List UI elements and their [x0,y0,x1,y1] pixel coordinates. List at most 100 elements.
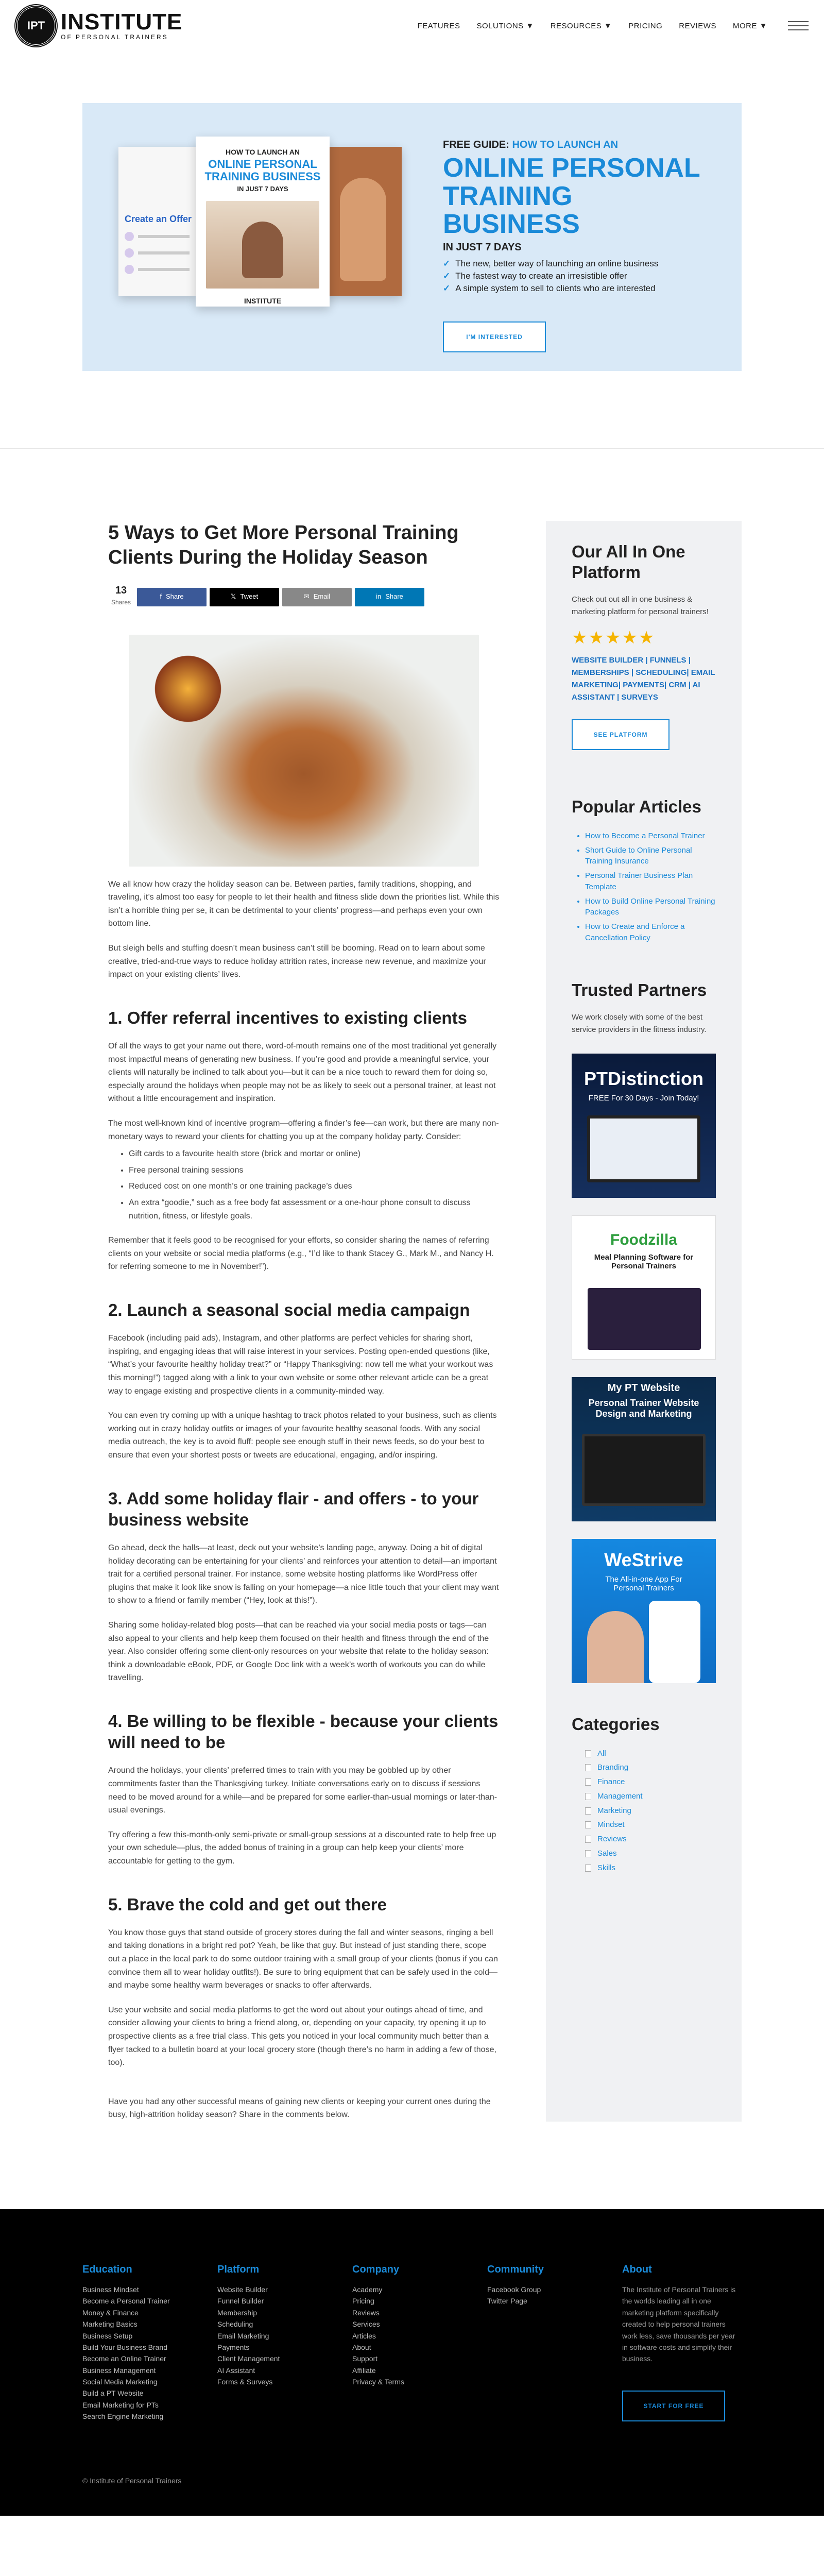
banner-benefits: ✓ The new, better way of launching an onl… [443,259,711,294]
banner-text: FREE GUIDE: HOW TO LAUNCH AN ONLINE PERS… [443,139,711,352]
popular-article-link[interactable]: How to Create and Enforce a Cancellation… [585,921,716,944]
list-item: Reduced cost on one month’s or one train… [129,1180,500,1193]
section-heading: 5. Brave the cold and get out there [108,1894,387,1914]
sidebar-heading: Our All In One Platform [572,542,685,582]
start-for-free-button[interactable]: START FOR FREE [622,2390,725,2421]
guide-photo-image [324,147,402,296]
sidebar-heading: Categories [572,1715,660,1734]
folder-icon [585,1836,591,1843]
email-share-button[interactable]: ✉ Email [282,587,352,606]
footer-link[interactable]: Privacy & Terms [352,2376,487,2387]
folder-icon [585,1750,591,1757]
footer-column-company: Company Academy Pricing Reviews Services… [352,2264,487,2422]
caret-down-icon: ▼ [526,21,534,30]
footer-link[interactable]: Facebook Group [487,2284,622,2295]
folder-icon [585,1850,591,1857]
footer-link[interactable]: Website Builder [217,2284,352,2295]
nav-pricing[interactable]: PRICING [628,22,662,30]
popular-article-link[interactable]: How to Build Online Personal Training Pa… [585,896,716,919]
nav-features[interactable]: FEATURES [418,22,460,30]
categories-list: All Branding Finance Management Marketin… [585,1748,716,1874]
intro-paragraph: We all know how crazy the holiday season… [108,879,500,928]
partner-ad-westrive[interactable]: WeStrive The All-in-one App For Personal… [572,1539,716,1684]
footer-link[interactable]: Search Engine Marketing [82,2411,217,2422]
footer-link[interactable]: Business Setup [82,2330,217,2342]
footer-link[interactable]: Funnel Builder [217,2295,352,2307]
list-item: ✓ The new, better way of launching an onl… [443,258,659,268]
popular-article-link[interactable]: Short Guide to Online Personal Training … [585,845,716,868]
sidebar: Our All In One Platform Check out out al… [546,521,742,2122]
linkedin-share-button[interactable]: in Share [355,587,424,606]
sidebar-heading: Trusted Partners [572,980,707,999]
footer-link[interactable]: Business Management [82,2365,217,2376]
category-link[interactable]: Reviews [585,1834,716,1845]
category-link[interactable]: Management [585,1791,716,1802]
holiday-dinner-image [129,634,479,867]
logo-subtitle: OF PERSONAL TRAINERS [61,33,168,41]
outro-paragraph: Have you had any other successful means … [108,2097,491,2120]
site-footer: Education Business Mindset Become a Pers… [0,2209,824,2516]
footer-link[interactable]: Articles [352,2330,487,2342]
partner-ad-my-pt-website[interactable]: My PT Website Personal Trainer Website D… [572,1377,716,1522]
footer-link[interactable]: Client Management [217,2353,352,2364]
incentive-list: Gift cards to a favourite health store (… [129,1147,500,1223]
hamburger-menu-icon[interactable] [788,21,809,30]
free-guide-banner: Create an Offer HOW TO LAUNCH AN ONLINE … [82,103,742,371]
footer-link[interactable]: AI Assistant [217,2365,352,2376]
footer-link[interactable]: Marketing Basics [82,2318,217,2330]
category-link[interactable]: All [585,1748,716,1759]
footer-link[interactable]: Business Mindset [82,2284,217,2295]
site-logo[interactable]: IPT INSTITUTE OF PERSONAL TRAINERS [15,5,182,46]
footer-link[interactable]: Become an Online Trainer [82,2353,217,2364]
popular-article-link[interactable]: Personal Trainer Business Plan Template [585,870,716,893]
footer-link[interactable]: Build Your Business Brand [82,2342,217,2353]
category-link[interactable]: Skills [585,1862,716,1874]
star-rating-icon: ★★★★★ [572,628,656,648]
partner-ad-ptdistinction[interactable]: PTDistinction FREE For 30 Days - Join To… [572,1054,716,1198]
footer-link[interactable]: Email Marketing [217,2330,352,2342]
footer-link[interactable]: Build a PT Website [82,2387,217,2399]
footer-link[interactable]: Academy [352,2284,487,2295]
guide-page-image: Create an Offer [118,147,196,296]
footer-link[interactable]: Social Media Marketing [82,2376,217,2387]
nav-solutions[interactable]: SOLUTIONS ▼ [476,22,534,30]
footer-link[interactable]: About [352,2342,487,2353]
section-heading: 2. Launch a seasonal social media campai… [108,1300,470,1319]
footer-link[interactable]: Money & Finance [82,2307,217,2318]
share-count: 13 Shares [111,585,131,606]
list-item: Gift cards to a favourite health store (… [129,1147,500,1161]
folder-icon [585,1821,591,1829]
footer-link[interactable]: Scheduling [217,2318,352,2330]
footer-link[interactable]: Reviews [352,2307,487,2318]
footer-link[interactable]: Forms & Surveys [217,2376,352,2387]
footer-link[interactable]: Payments [217,2342,352,2353]
folder-icon [585,1778,591,1786]
footer-link[interactable]: Pricing [352,2295,487,2307]
footer-link[interactable]: Email Marketing for PTs [82,2399,217,2411]
nav-more[interactable]: MORE ▼ [733,22,767,30]
category-link[interactable]: Mindset [585,1819,716,1831]
see-platform-button[interactable]: SEE PLATFORM [572,719,670,751]
footer-link[interactable]: Support [352,2353,487,2364]
category-link[interactable]: Sales [585,1848,716,1859]
facebook-icon: f [160,592,162,601]
twitter-share-button[interactable]: 𝕏 Tweet [210,587,279,606]
category-link[interactable]: Branding [585,1762,716,1773]
category-link[interactable]: Finance [585,1776,716,1788]
nav-reviews[interactable]: REVIEWS [679,22,716,30]
footer-link[interactable]: Twitter Page [487,2295,622,2307]
footer-link[interactable]: Membership [217,2307,352,2318]
facebook-share-button[interactable]: f Share [137,587,207,606]
partner-ad-foodzilla[interactable]: Foodzilla Meal Planning Software for Per… [572,1215,716,1360]
footer-link[interactable]: Become a Personal Trainer [82,2295,217,2307]
footer-link[interactable]: Affiliate [352,2365,487,2376]
guide-link[interactable]: HOW TO LAUNCH AN [512,139,618,150]
x-icon: 𝕏 [230,592,236,601]
section-heading: 4. Be willing to be flexible - because y… [108,1711,499,1752]
footer-link[interactable]: Services [352,2318,487,2330]
main-nav: FEATURES SOLUTIONS ▼ RESOURCES ▼ PRICING… [418,21,809,30]
popular-article-link[interactable]: How to Become a Personal Trainer [585,831,716,842]
im-interested-button[interactable]: I'M INTERESTED [443,321,546,352]
category-link[interactable]: Marketing [585,1805,716,1817]
nav-resources[interactable]: RESOURCES ▼ [551,22,612,30]
